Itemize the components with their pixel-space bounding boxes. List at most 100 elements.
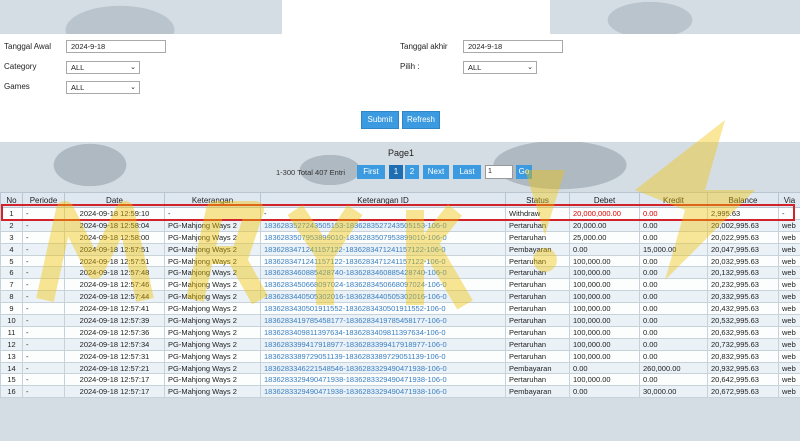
pilih-select[interactable]: ALL ⌄ [463, 61, 537, 74]
table-row: 12-2024-09-18 12:57:34 PG-Mahjong Ways 21… [0, 337, 800, 351]
row-keterangan-id[interactable]: 1836283507953899010-1836283507953899010-… [260, 230, 506, 244]
chevron-down-icon: ⌄ [130, 84, 136, 91]
row-no: 1 [0, 207, 23, 220]
row-periode: - [22, 290, 65, 304]
row-debet: 25,000.00 [569, 230, 640, 244]
end-date-input[interactable]: 2024-9-18 [463, 40, 563, 53]
table-row: 16-2024-09-18 12:57:17 PG-Mahjong Ways 21… [0, 385, 800, 399]
row-date: 2024-09-18 12:57:44 [64, 290, 165, 304]
row-keterangan-id[interactable]: 1836283399417918977-1836283399417918977-… [260, 337, 506, 351]
table-row: 15-2024-09-18 12:57:17 PG-Mahjong Ways 21… [0, 373, 800, 387]
games-label: Games [4, 82, 30, 91]
row-via: web [778, 278, 800, 292]
row-balance: 20,022,995.63 [707, 230, 779, 244]
row-date: 2024-09-18 12:57:51 [64, 254, 165, 268]
row-keterangan-id[interactable]: 1836283460885428740-1836283460885428740-… [260, 266, 506, 280]
col-keterangan[interactable]: Keterangan [164, 192, 261, 208]
pager-page-1[interactable]: 1 [389, 165, 403, 179]
table-row: 4-2024-09-18 12:57:51 PG-Mahjong Ways 2 18… [0, 242, 800, 256]
table-row: 3-2024-09-18 12:58:00 PG-Mahjong Ways 2 18… [0, 230, 800, 244]
row-keterangan-id[interactable]: 1836283409811397634-1836283409811397634-… [260, 325, 506, 339]
row-status: Pertaruhan [505, 230, 570, 244]
row-date: 2024-09-18 12:57:17 [64, 385, 165, 399]
row-debet: 20,000,000.00 [569, 207, 640, 220]
row-keterangan: PG-Mahjong Ways 2 [164, 385, 261, 399]
pager-last-button[interactable]: Last [453, 165, 481, 179]
row-keterangan: PG-Mahjong Ways 2 [164, 373, 261, 387]
row-via: web [778, 361, 800, 375]
col-periode[interactable]: Periode [22, 192, 65, 208]
row-via: web [778, 349, 800, 363]
row-keterangan: - [164, 207, 261, 220]
row-kredit: 0.00 [639, 314, 708, 327]
row-balance: 20,632,995.63 [707, 325, 779, 339]
row-keterangan-id[interactable]: 1836283471241157122-1836283471241157122-… [260, 242, 506, 256]
row-no: 15 [0, 373, 23, 387]
row-no: 14 [0, 361, 23, 375]
page-jump-input[interactable]: 1 [485, 165, 513, 179]
col-status[interactable]: Status [505, 192, 570, 208]
row-kredit: 0.00 [639, 373, 708, 387]
row-no: 13 [0, 349, 23, 363]
table-header-row: No Periode Date Keterangan Keterangan ID… [0, 192, 800, 208]
row-keterangan-id[interactable]: 1836283329490471938-1836283329490471938-… [260, 373, 506, 387]
row-kredit: 0.00 [639, 254, 708, 268]
row-periode: - [22, 302, 65, 316]
row-via: web [778, 314, 800, 327]
row-keterangan-id[interactable]: 1836283389729051139-1836283389729051139-… [260, 349, 506, 363]
pager-next-button[interactable]: Next [423, 165, 449, 179]
row-keterangan: PG-Mahjong Ways 2 [164, 349, 261, 363]
col-debet[interactable]: Debet [569, 192, 640, 208]
row-via: web [778, 242, 800, 256]
row-status: Pembayaran [505, 385, 570, 399]
games-select[interactable]: ALL ⌄ [66, 81, 140, 94]
row-date: 2024-09-18 12:59:10 [64, 207, 165, 220]
header-blank-area [282, 0, 550, 34]
row-status: Pertaruhan [505, 254, 570, 268]
row-kredit: 0.00 [639, 290, 708, 304]
row-keterangan-id[interactable]: 1836283419785458177-1836283419785458177-… [260, 314, 506, 327]
row-keterangan-id[interactable]: 1836283471241157122-1836283471241157122-… [260, 254, 506, 268]
submit-button[interactable]: Submit [361, 111, 399, 129]
chevron-down-icon: ⌄ [527, 64, 533, 71]
row-keterangan-id[interactable]: 1836283346221548546-1836283329490471938-… [260, 361, 506, 375]
row-debet: 100,000.00 [569, 254, 640, 268]
pilih-label: Pilih : [400, 62, 420, 71]
row-no: 7 [0, 278, 23, 292]
row-kredit: 0.00 [639, 337, 708, 351]
category-select[interactable]: ALL ⌄ [66, 61, 140, 74]
row-keterangan-id[interactable]: 1836283329490471938-1836283329490471938-… [260, 385, 506, 399]
row-debet: 100,000.00 [569, 337, 640, 351]
row-status: Pertaruhan [505, 218, 570, 232]
row-debet: 100,000.00 [569, 325, 640, 339]
row-balance: 20,132,995.63 [707, 266, 779, 280]
row-balance: 20,672,995.63 [707, 385, 779, 399]
row-periode: - [22, 230, 65, 244]
row-balance: 20,832,995.63 [707, 349, 779, 363]
start-date-input[interactable]: 2024-9-18 [66, 40, 166, 53]
col-date[interactable]: Date [64, 192, 165, 208]
row-debet: 100,000.00 [569, 290, 640, 304]
row-keterangan-id[interactable]: 1836283440505302016-1836283440505302016-… [260, 290, 506, 304]
col-balance[interactable]: Balance [707, 192, 779, 208]
row-kredit: 0.00 [639, 325, 708, 339]
row-keterangan-id[interactable]: 1836283430501911552-1836283430501911552-… [260, 302, 506, 316]
row-no: 4 [0, 242, 23, 256]
row-balance: 20,047,995.63 [707, 242, 779, 256]
refresh-button[interactable]: Refresh [402, 111, 440, 129]
pager-first-button[interactable]: First [357, 165, 385, 179]
go-button[interactable]: Go [516, 165, 532, 179]
pager-page-2[interactable]: 2 [405, 165, 419, 179]
col-kredit[interactable]: Kredit [639, 192, 708, 208]
table-row: 2-2024-09-18 12:58:04 PG-Mahjong Ways 2 18… [0, 218, 800, 232]
table-row: 5-2024-09-18 12:57:51 PG-Mahjong Ways 2 18… [0, 254, 800, 268]
row-keterangan-id[interactable]: 1836283527243505153-1836283527243505153-… [260, 218, 506, 232]
col-keterangan-id[interactable]: Keterangan ID [260, 192, 506, 208]
row-keterangan: PG-Mahjong Ways 2 [164, 254, 261, 268]
col-no[interactable]: No [0, 192, 23, 208]
row-kredit: 0.00 [639, 349, 708, 363]
row-keterangan-id[interactable]: 1836283450668097024-1836283450668097024-… [260, 278, 506, 292]
row-debet: 100,000.00 [569, 278, 640, 292]
row-kredit: 0.00 [639, 302, 708, 316]
col-via[interactable]: Via [778, 192, 800, 208]
